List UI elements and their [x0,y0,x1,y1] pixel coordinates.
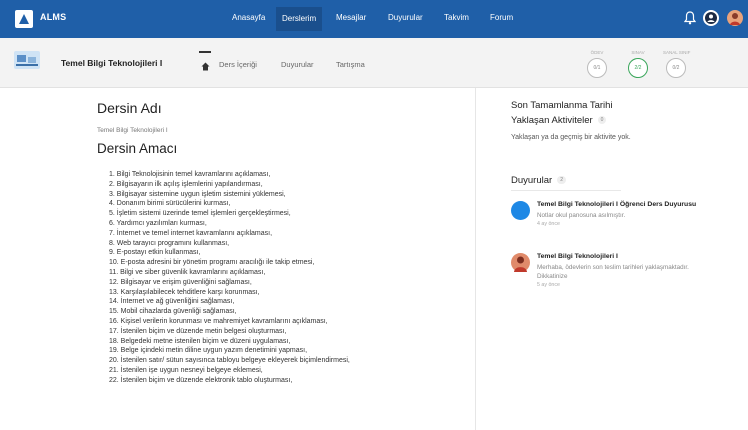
upcoming-activities-label: Yaklaşan Aktiviteler [511,115,593,126]
announcement-text: Merhaba, ödevlerin son teslim tarihleri … [537,263,689,280]
announcement-text: Notlar okul panosuna asılmıştır. [537,211,626,219]
objective-item: 5. İşletim sistemi üzerinde temel işleml… [109,210,291,218]
brand-name[interactable]: ALMS [40,12,66,22]
upcoming-empty-text: Yaklaşan ya da geçmiş bir aktivite yok. [511,134,631,141]
nav-derslerim[interactable]: Derslerim [276,7,323,31]
announcement-item[interactable]: Temel Bilgi Teknolojileri I Merhaba, öde… [511,253,711,298]
user-avatar[interactable] [727,10,743,26]
announcement-title[interactable]: Temel Bilgi Teknolojileri I [537,253,697,262]
announcement-title[interactable]: Temel Bilgi Teknolojileri I Öğrenci Ders… [537,201,697,210]
objective-item: 19. Belge içindeki metin diline uygun ya… [109,347,308,355]
completion-date-title: Son Tamamlanma Tarihi [511,100,613,111]
upcoming-activities-title: Yaklaşan Aktiviteler 0 [511,115,607,126]
objective-item: 14. İnternet ve ağ güvenliğini sağlaması… [109,298,235,306]
tab-duyurular[interactable]: Duyurular [281,60,314,69]
objective-item: 2. Bilgisayarın ilk açılış işlemlerini y… [109,180,263,188]
objective-item: 22. İstenilen biçim ve düzende elektroni… [109,376,293,384]
course-purpose-heading: Dersin Amacı [97,141,178,156]
nav-duyurular[interactable]: Duyurular [388,13,423,22]
home-icon[interactable] [201,58,210,76]
tab-tartisma[interactable]: Tartışma [336,60,365,69]
objective-item: 6. Yardımcı yazılımları kurması, [109,219,207,227]
announcements-label: Duyurular [511,175,553,186]
announcement-time: 4 ay önce [537,220,560,227]
objective-item: 16. Kişisel verilerin korunması ve mahre… [109,317,328,325]
top-navbar: ALMS Anasayfa Derslerim Mesajlar Duyurul… [0,0,748,38]
column-divider [475,88,476,430]
objective-item: 17. İstenilen biçim ve düzende metin bel… [109,327,287,335]
course-header: Temel Bilgi Teknolojileri I Ders İçeriği… [0,38,748,88]
objective-item: 11. Bilgi ve siber güvenlik kavramlarını… [109,268,266,276]
progress-odev-value: 0/1 [587,58,607,78]
active-tab-indicator [199,51,211,53]
progress-sinav[interactable]: SINAV 2/2 [625,50,651,78]
objective-item: 15. Mobil cihazlarda güvenliği sağlaması… [109,308,237,316]
objective-item: 4. Donanım birimi sürücülerini kurması, [109,200,231,208]
objective-item: 21. İstenilen işe uygun nesneyi belgeye … [109,366,263,374]
progress-sanal-sinif-label: SANAL SINIF [663,50,691,55]
progress-odev[interactable]: ÖDEV 0/1 [584,50,610,78]
objective-item: 7. İnternet ve temel internet kavramları… [109,229,273,237]
upcoming-count-badge: 0 [597,116,607,125]
notification-bell-icon[interactable] [683,11,697,30]
course-title: Temel Bilgi Teknolojileri I [61,58,163,68]
progress-sinav-label: SINAV [631,50,645,55]
objectives-list: 1. Bilgi Teknolojisinin temel kavramları… [109,170,469,386]
announcement-item[interactable]: Temel Bilgi Teknolojileri I Öğrenci Ders… [511,201,711,246]
objective-item: 12. Bilgisayar ve erişim güvenliğini sağ… [109,278,252,286]
announcements-count-badge: 2 [557,176,566,185]
objective-item: 8. Web tarayıcı programını kullanması, [109,239,230,247]
objective-item: 20. İstenilen satır/ sütun sayısınca tab… [109,357,350,365]
progress-odev-label: ÖDEV [590,50,604,55]
course-thumbnail [14,51,40,69]
objective-item: 3. Bilgisayar sistemine uygun işletim si… [109,190,286,198]
announcements-title: Duyurular 2 [511,175,566,186]
progress-sanal-sinif[interactable]: SANAL SINIF 0/2 [663,50,691,78]
course-name-text: Temel Bilgi Teknolojileri I [97,127,168,134]
objective-item: 13. Karşılaşılabilecek tehditlere karşı … [109,288,260,296]
tab-ders-icerigi[interactable]: Ders İçeriği [219,60,257,69]
nav-forum[interactable]: Forum [490,13,513,22]
objective-item: 10. E-posta adresini bir yönetim program… [109,259,315,267]
alms-logo-icon[interactable] [15,10,33,28]
announcement-avatar [511,201,530,220]
nav-mesajlar[interactable]: Mesajlar [336,13,366,22]
announcement-avatar [511,253,530,272]
course-name-heading: Dersin Adı [97,100,162,116]
objective-item: 1. Bilgi Teknolojisinin temel kavramları… [109,171,271,178]
nav-anasayfa[interactable]: Anasayfa [232,13,265,22]
profile-avatar-icon[interactable] [703,10,719,26]
nav-takvim[interactable]: Takvim [444,13,469,22]
objective-item: 9. E-postayı etkin kullanması, [109,249,201,257]
objective-item: 18. Belgedeki metne istenilen biçim ve d… [109,337,291,345]
announcement-time: 5 ay önce [537,281,560,288]
progress-sinav-value: 2/2 [628,58,648,78]
announcements-divider [511,190,621,191]
progress-sanal-sinif-value: 0/2 [666,58,686,78]
